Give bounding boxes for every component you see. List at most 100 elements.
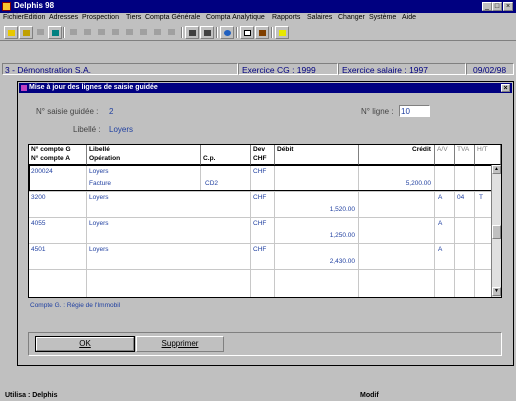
row3-dev[interactable]: CHF [253, 246, 266, 253]
dialog-title-bar: Mise à jour des lignes de saisie guidée … [19, 83, 512, 93]
header-cp: C.p. [203, 155, 216, 162]
menu-salaires[interactable]: Salaires [307, 14, 332, 21]
row1-tva[interactable]: 04 [457, 194, 464, 201]
undo-icon [112, 29, 119, 35]
row2-libelle[interactable]: Loyers [89, 220, 109, 227]
close-button[interactable]: × [503, 2, 513, 11]
dialog-icon [21, 85, 27, 91]
scroll-up-button[interactable]: ▲ [492, 165, 501, 174]
header-compte-a: N° compte A [31, 155, 71, 162]
menu-compta-analytique[interactable]: Compta Analytique [206, 14, 265, 21]
copy-icon [84, 29, 91, 35]
toolbar [0, 25, 516, 41]
edit-button[interactable] [19, 26, 33, 39]
compte-info: Compte G. : Régie de l'Immobil [30, 302, 121, 309]
row1-dev[interactable]: CHF [253, 194, 266, 201]
printer-icon [204, 30, 211, 36]
paste-button[interactable] [95, 26, 109, 39]
libelle-label: Libellé : [73, 125, 101, 134]
delete-button[interactable] [34, 26, 48, 39]
supprimer-button[interactable]: Supprimer [136, 336, 224, 352]
row1-av[interactable]: A [438, 194, 442, 201]
row2-dev[interactable]: CHF [253, 220, 266, 227]
row2-debit[interactable]: 1,250.00 [291, 232, 355, 239]
header-operation: Opération [89, 155, 121, 162]
arrow-down-icon: ▼ [494, 288, 499, 294]
print-list-button[interactable] [151, 26, 165, 39]
menu-rapports[interactable]: Rapports [272, 14, 300, 21]
libelle-value: Loyers [109, 125, 134, 134]
saisie-label: N° saisie guidée : [36, 107, 99, 116]
help-icon [279, 30, 286, 36]
copy-button[interactable] [81, 26, 95, 39]
menu-prospection[interactable]: Prospection [82, 14, 119, 21]
dialog-close-button[interactable]: × [501, 84, 510, 92]
status-bar: Utilisa : Delphis Modif [0, 392, 516, 401]
ligne-label: N° ligne : [361, 107, 394, 116]
row1-compte[interactable]: 3200 [31, 194, 45, 201]
menu-tiers[interactable]: Tiers [126, 14, 141, 21]
row2-compte[interactable]: 4055 [31, 220, 45, 227]
lines-grid[interactable]: N° compte G N° compte A Libellé Opératio… [28, 144, 502, 298]
col-header-ht: H/T [475, 145, 501, 165]
menu-fichier[interactable]: Fichier [3, 14, 24, 21]
globe-button[interactable] [220, 26, 234, 39]
preview-button[interactable] [185, 26, 199, 39]
status-mode: Modif [360, 392, 379, 399]
printer-button[interactable] [200, 26, 214, 39]
globe-icon [224, 30, 231, 36]
row3-compte[interactable]: 4501 [31, 246, 45, 253]
cut-button[interactable] [67, 26, 81, 39]
menu-edition[interactable]: Edition [24, 14, 45, 21]
cards-icon [259, 30, 266, 36]
key-button[interactable] [165, 26, 179, 39]
menu-aide[interactable]: Aide [402, 14, 416, 21]
saisie-value: 2 [109, 107, 114, 116]
app-icon [2, 2, 11, 11]
ligne-field[interactable]: 10 [399, 105, 430, 117]
phone-button[interactable] [48, 26, 62, 39]
menu-systeme[interactable]: Système [369, 14, 396, 21]
current-date: 09/02/98 [466, 63, 514, 75]
find-replace-icon [140, 29, 147, 35]
col-header-debit: Débit [275, 145, 359, 165]
col-header-libelle: Libellé Opération [87, 145, 201, 165]
vertical-scrollbar[interactable]: ▲ ▼ [491, 165, 501, 297]
minimize-button[interactable]: _ [482, 2, 492, 11]
find-replace-button[interactable] [137, 26, 151, 39]
header-debit: Débit [277, 146, 294, 153]
exercice-salaire: Exercice salaire : 1997 [338, 63, 466, 75]
scroll-down-button[interactable]: ▼ [492, 287, 501, 296]
info-bar: 3 - Démonstration S.A. Exercice CG : 199… [2, 62, 514, 76]
menu-adresses[interactable]: Adresses [49, 14, 78, 21]
undo-button[interactable] [109, 26, 123, 39]
row3-libelle[interactable]: Loyers [89, 246, 109, 253]
dialog-title: Mise à jour des lignes de saisie guidée [29, 84, 158, 91]
row3-av[interactable]: A [438, 246, 442, 253]
maximize-button[interactable]: □ [492, 2, 502, 11]
col-header-dev: Dev CHF [251, 145, 275, 165]
row2-av[interactable]: A [438, 220, 442, 227]
selected-row[interactable] [29, 165, 493, 191]
header-credit: Crédit [411, 146, 431, 153]
menu-changer[interactable]: Changer [338, 14, 365, 21]
scroll-thumb[interactable] [492, 225, 501, 239]
ok-button[interactable]: OK [35, 336, 135, 352]
find-button[interactable] [123, 26, 137, 39]
company-name: 3 - Démonstration S.A. [2, 63, 238, 75]
open-folder-icon [8, 30, 15, 36]
open-folder-button[interactable] [4, 26, 18, 39]
print-icon [154, 29, 161, 35]
row1-debit[interactable]: 1,520.00 [291, 206, 355, 213]
menu-compta-generale[interactable]: Compta Générale [145, 14, 200, 21]
col-header-compte: N° compte G N° compte A [29, 145, 87, 165]
status-user: Utilisa : Delphis [5, 392, 58, 399]
help-button[interactable] [275, 26, 289, 39]
row3-debit[interactable]: 2,430.00 [291, 258, 355, 265]
notepad-button[interactable] [240, 26, 254, 39]
exercice-cg: Exercice CG : 1999 [238, 63, 338, 75]
row1-libelle[interactable]: Loyers [89, 194, 109, 201]
header-av: A/V [437, 146, 448, 153]
cards-button[interactable] [255, 26, 269, 39]
row1-ht[interactable]: T [479, 194, 483, 201]
